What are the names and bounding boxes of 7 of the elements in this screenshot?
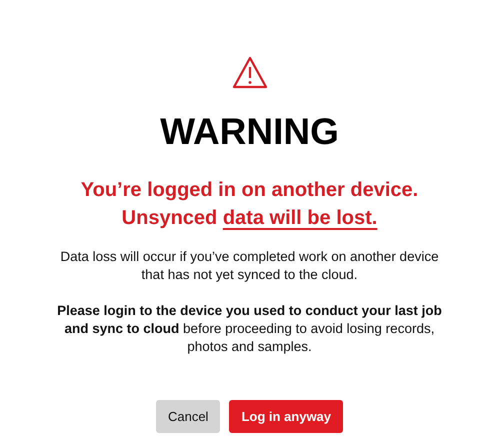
warning-headline: You’re logged in on another device. Unsynced data will be lost. bbox=[80, 178, 418, 231]
warning-icon bbox=[232, 56, 268, 90]
warning-title: WARNING bbox=[160, 110, 339, 154]
message-text: Data loss will occur if you’ve completed work on another device that has not yet synced to the cloud. bbox=[59, 248, 440, 284]
cancel-button[interactable]: Cancel bbox=[156, 400, 220, 433]
login-button[interactable]: Log in anyway bbox=[229, 400, 344, 433]
message-text: Please login to the device you used to conduct your last job and sync to cloud before proceeding to avoid losing records, photos and samples. bbox=[57, 302, 442, 356]
